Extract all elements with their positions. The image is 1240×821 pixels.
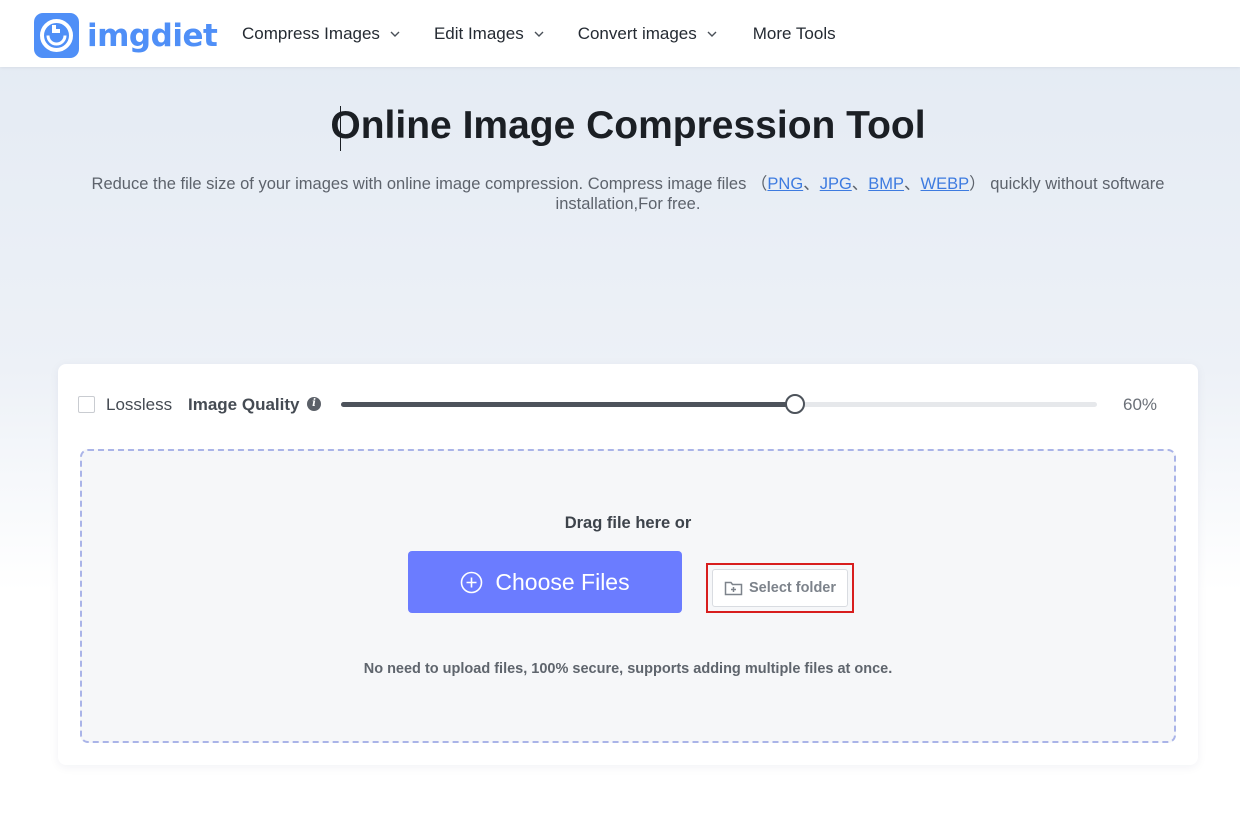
drag-hint: Drag file here or [564, 514, 692, 532]
select-folder-label: Select folder [748, 580, 837, 596]
folder-add-icon [724, 581, 743, 596]
logo-text-diet: diet [150, 17, 218, 54]
logo-wordmark: imgdiet [87, 17, 218, 54]
quality-slider-handle[interactable] [784, 394, 805, 414]
lossless-label[interactable]: Lossless [106, 395, 172, 415]
site-logo[interactable]: imgdiet [34, 13, 218, 58]
format-separator: 、 [803, 175, 820, 193]
subtitle-text: Reduce the file size of your images with… [91, 175, 768, 193]
format-link-webp[interactable]: WEBP [921, 175, 970, 193]
nav-label: Edit Images [433, 23, 524, 43]
chevron-down-icon [534, 31, 544, 37]
quality-slider-fill [341, 402, 795, 407]
quality-value: 60% [1123, 395, 1158, 414]
logo-text-img: img [87, 17, 151, 54]
plus-circle-icon [461, 571, 483, 593]
choose-files-label: Choose Files [495, 568, 630, 595]
compression-card: Lossless Image Quality i 60% Drag file h… [58, 364, 1198, 765]
format-link-jpg[interactable]: JPG [820, 175, 852, 193]
nav-edit-images[interactable]: Edit Images [434, 24, 545, 44]
quality-slider[interactable] [341, 394, 1097, 414]
lossless-checkbox[interactable] [78, 396, 95, 413]
format-link-bmp[interactable]: BMP [868, 175, 904, 193]
select-folder-button[interactable]: Select folder [712, 569, 848, 607]
format-separator: 、 [851, 175, 869, 193]
file-dropzone[interactable]: Drag file here or Choose Files Select fo… [80, 449, 1176, 743]
chevron-down-icon [390, 31, 400, 37]
nav-convert-images[interactable]: Convert images [578, 24, 718, 44]
main-nav: Compress Images Edit Images Convert imag… [242, 0, 869, 67]
security-note: No need to upload files, 100% secure, su… [363, 661, 893, 677]
nav-label: More Tools [752, 23, 836, 43]
nav-more-tools[interactable]: More Tools [753, 24, 836, 44]
logo-icon [34, 13, 79, 58]
format-link-png[interactable]: PNG [767, 175, 803, 193]
page-subtitle: Reduce the file size of your images with… [90, 174, 1166, 214]
page-title: Online Image Compression Tool [330, 104, 926, 147]
chevron-down-icon [707, 31, 717, 37]
top-header: imgdiet Compress Images Edit Images Conv… [0, 0, 1240, 67]
nav-label: Compress Images [242, 23, 380, 43]
choose-files-button[interactable]: Choose Files [408, 551, 682, 613]
nav-compress-images[interactable]: Compress Images [242, 24, 401, 44]
nav-label: Convert images [577, 23, 697, 43]
format-separator: 、 [904, 175, 921, 193]
info-icon[interactable]: i [307, 397, 321, 411]
image-quality-label: Image Quality [188, 395, 300, 414]
